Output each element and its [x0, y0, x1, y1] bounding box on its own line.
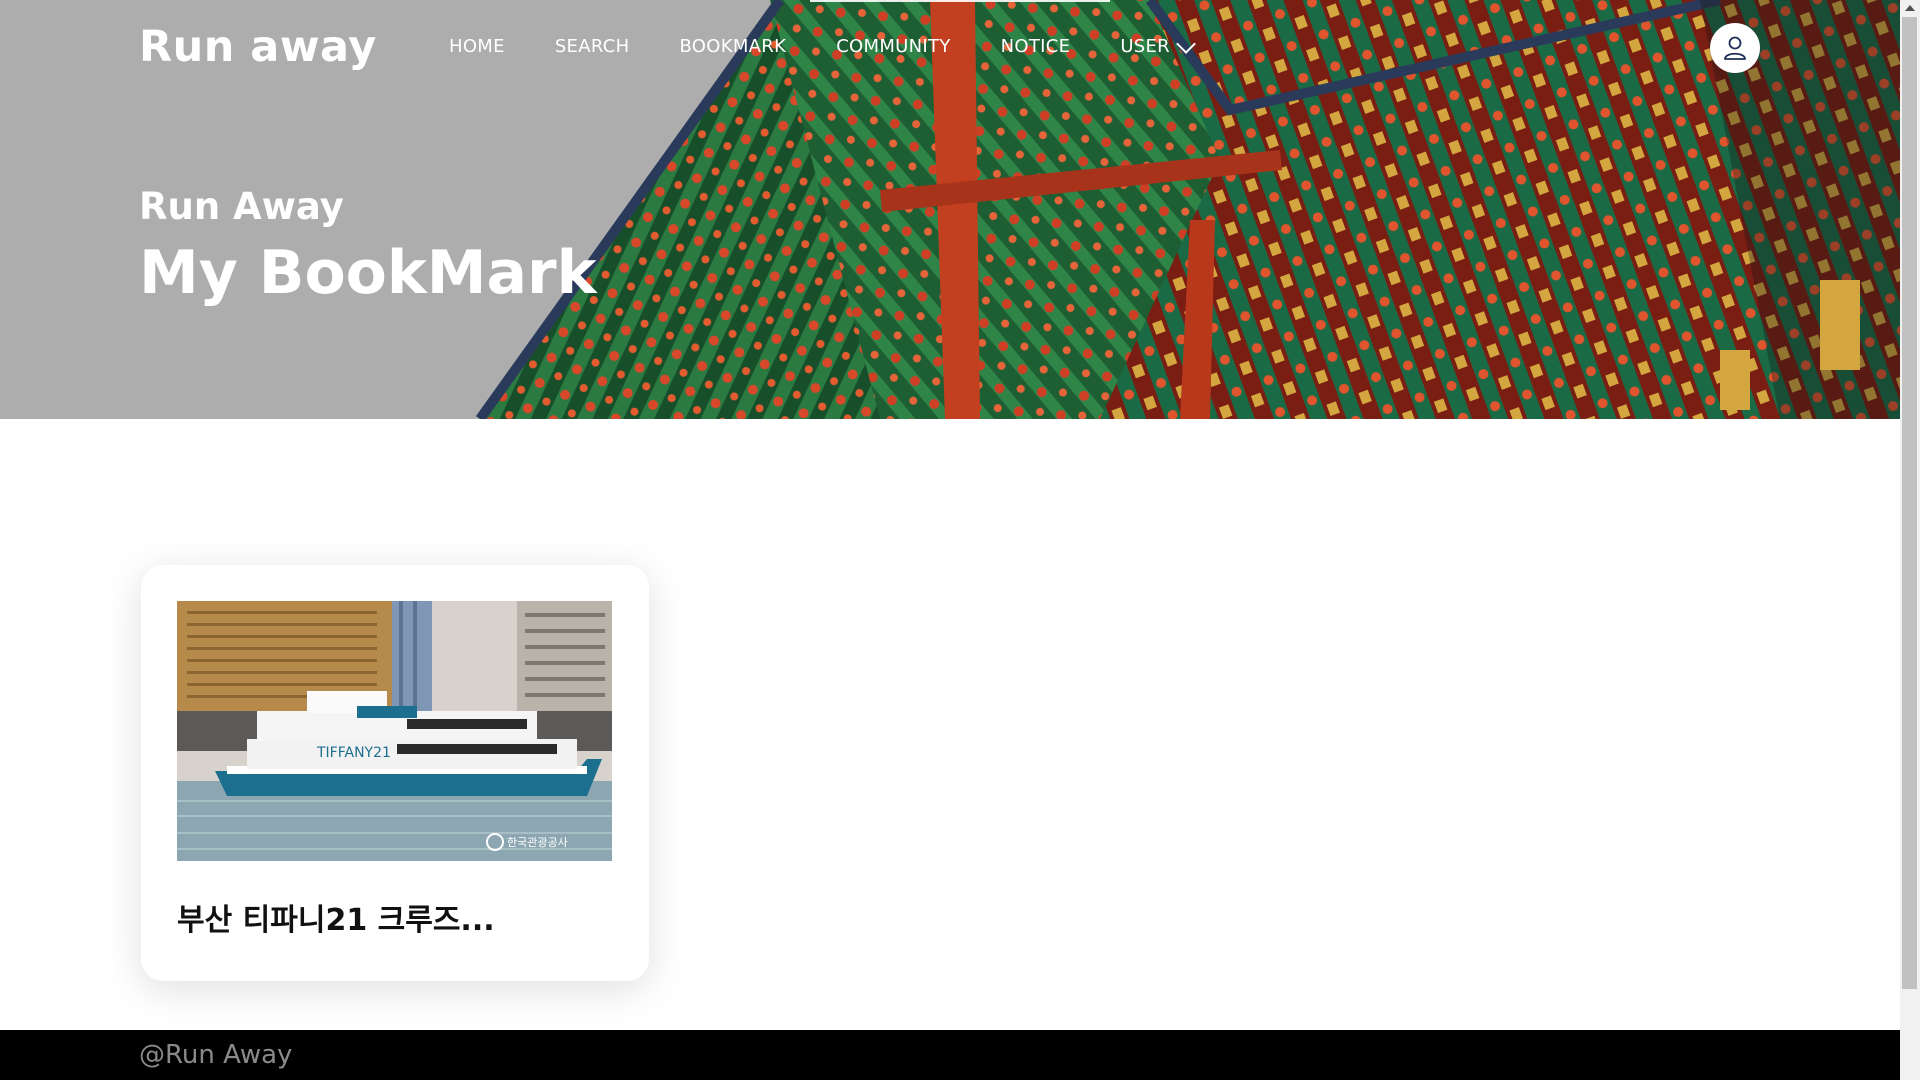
- bookmark-card[interactable]: TIFFANY21 한국관광공사 부산 티파니21 크루즈...: [141, 565, 649, 981]
- chevron-down-icon: [1176, 33, 1196, 54]
- bookmark-card-image: TIFFANY21 한국관광공사: [177, 601, 612, 861]
- nav-community[interactable]: COMMUNITY: [836, 36, 950, 57]
- user-icon: [1724, 36, 1746, 60]
- nav-home[interactable]: HOME: [449, 36, 505, 57]
- scrollbar[interactable]: [1900, 0, 1920, 1080]
- hero-subtitle: Run Away: [139, 185, 344, 228]
- cruise-ship-photo: TIFFANY21 한국관광공사: [177, 601, 612, 861]
- watermark: 한국관광공사: [507, 836, 568, 849]
- svg-text:TIFFANY21: TIFFANY21: [316, 745, 391, 761]
- nav-user-dropdown[interactable]: USER: [1120, 33, 1196, 57]
- nav-bookmark[interactable]: BOOKMARK: [679, 36, 786, 57]
- page-title: My BookMark: [139, 238, 597, 308]
- scroll-up-icon[interactable]: [1905, 5, 1915, 11]
- footer-text: @Run Away: [139, 1040, 293, 1070]
- account-button[interactable]: [1710, 23, 1760, 73]
- main-nav: HOME SEARCH BOOKMARK COMMUNITY NOTICE US…: [449, 33, 1243, 57]
- top-indicator: [810, 0, 1110, 2]
- scroll-thumb[interactable]: [1902, 17, 1917, 989]
- footer: @Run Away: [0, 1030, 1900, 1080]
- nav-user-label: USER: [1120, 36, 1170, 57]
- bookmark-title: 부산 티파니21 크루즈...: [177, 903, 495, 938]
- nav-notice[interactable]: NOTICE: [1001, 36, 1071, 57]
- page: Run away HOME SEARCH BOOKMARK COMMUNITY …: [0, 0, 1920, 1080]
- nav-search[interactable]: SEARCH: [555, 36, 630, 57]
- hero-banner: Run away HOME SEARCH BOOKMARK COMMUNITY …: [0, 0, 1900, 419]
- site-logo[interactable]: Run away: [139, 22, 377, 72]
